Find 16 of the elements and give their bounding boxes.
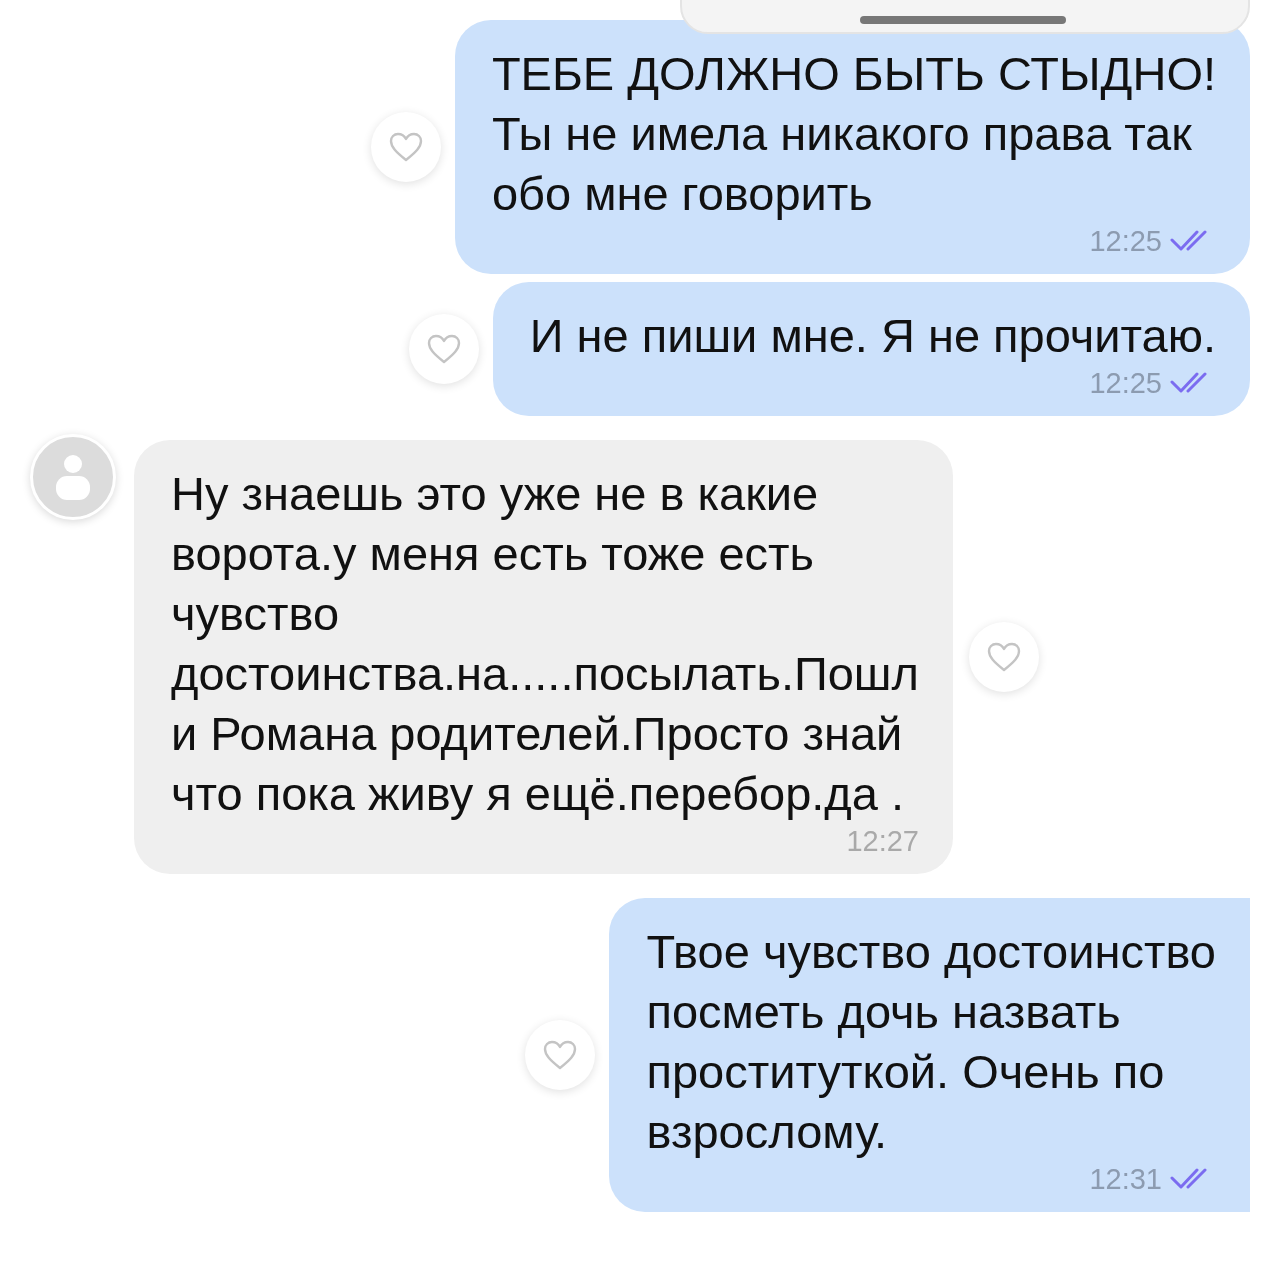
message-text: Ну знаешь это уже не в какие ворота.у меня есть тоже есть чувство достоинства.на.....посылать.Пошл и Романа родителей.Просто знай что пока живу я ещё.перебор.да . bbox=[171, 466, 919, 822]
message-text: ТЕБЕ ДОЛЖНО БЫТЬ СТЫДНО! Ты не имела никакого права так обо мне говорить bbox=[491, 46, 1216, 222]
message-time: 12:27 bbox=[846, 824, 919, 858]
like-button[interactable] bbox=[969, 622, 1039, 692]
avatar[interactable] bbox=[30, 434, 116, 520]
message-time: 12:31 bbox=[1089, 1162, 1162, 1196]
heart-icon bbox=[425, 333, 462, 365]
message-time: 12:25 bbox=[1089, 366, 1162, 400]
heart-icon bbox=[387, 131, 424, 163]
message-text: И не пиши мне. Я не прочитаю. bbox=[529, 308, 1216, 364]
heart-icon bbox=[542, 1039, 579, 1071]
message-time: 12:25 bbox=[1089, 224, 1162, 258]
person-icon bbox=[53, 453, 93, 501]
grab-handle[interactable] bbox=[860, 16, 1066, 24]
heart-icon bbox=[986, 641, 1022, 673]
message-text: Твое чувство достоинство посметь дочь назвать проституткой. Очень по взрослому. bbox=[646, 924, 1216, 1160]
